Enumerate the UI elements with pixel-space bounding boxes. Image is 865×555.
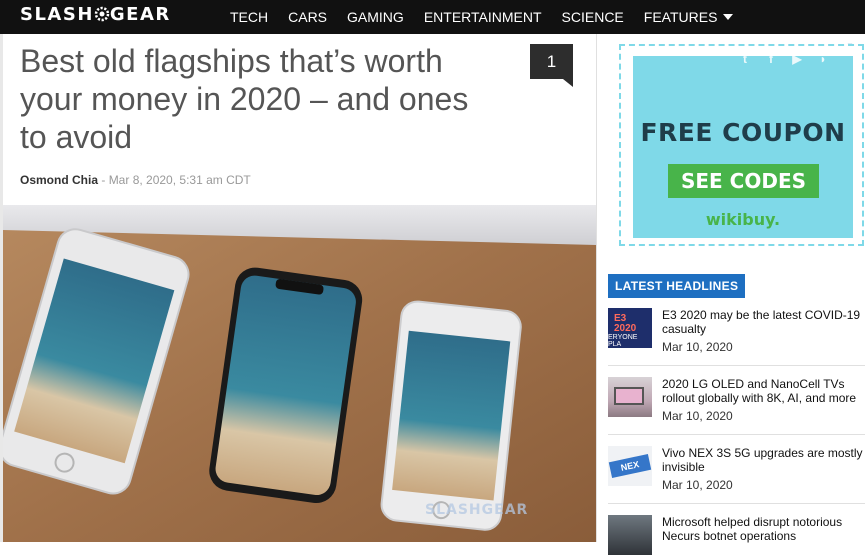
youtube-icon[interactable]: ▶ [790, 52, 804, 66]
facebook-icon[interactable]: f [764, 52, 778, 66]
headline-title[interactable]: Vivo NEX 3S 5G upgrades are mostly invis… [662, 446, 865, 474]
nav-item-gaming[interactable]: GAMING [347, 9, 404, 25]
column-divider [596, 34, 597, 542]
headline-date: Mar 10, 2020 [662, 409, 733, 423]
divider [608, 503, 865, 504]
publish-date: - Mar 8, 2020, 5:31 am CDT [101, 173, 251, 187]
ad-title: FREE COUPON [640, 118, 846, 147]
rss-icon[interactable]: ◗ [816, 52, 830, 66]
article-title: Best old flagships that’s worth your mon… [20, 43, 469, 155]
nav-item-tech[interactable]: TECH [230, 9, 268, 25]
author-link[interactable]: Osmond Chia [20, 173, 98, 187]
headline-thumbnail: NEX [608, 446, 652, 486]
chevron-down-icon [723, 14, 734, 20]
latest-headlines-label: LATEST HEADLINES [608, 274, 746, 298]
divider [608, 434, 865, 435]
thumb-subtext: ERYONE PLA [608, 334, 638, 348]
phone-right [380, 300, 522, 531]
hero-image: SLASHGEAR [3, 205, 596, 542]
ad-brand-logo: wikibuy. [705, 210, 781, 229]
comment-count-badge[interactable]: 1 [530, 44, 573, 87]
headline-item[interactable]: NEX Vivo NEX 3S 5G upgrades are mostly i… [608, 446, 865, 506]
twitter-icon[interactable]: t [738, 52, 752, 66]
logo-text-right: GEAR [109, 4, 171, 25]
site-logo[interactable]: SLASH GEAR [20, 4, 171, 25]
headline-item[interactable]: E3 2020 ERYONE PLA E3 2020 may be the la… [608, 308, 865, 368]
nav-item-science[interactable]: SCIENCE [562, 9, 624, 25]
ad-panel: FREE COUPON SEE CODES wikibuy. [633, 56, 853, 238]
nav-item-features-label: FEATURES [643, 9, 718, 25]
headline-thumbnail: E3 2020 ERYONE PLA [608, 308, 652, 348]
thumb-text: NEX [608, 454, 652, 478]
headline-title[interactable]: Microsoft helped disrupt notorious Necur… [662, 515, 865, 543]
headline-thumbnail [608, 515, 652, 555]
thumb-text: E3 2020 [614, 313, 637, 334]
image-watermark: SLASHGEAR [425, 502, 529, 518]
nav-item-entertainment[interactable]: ENTERTAINMENT [424, 9, 542, 25]
headline-item[interactable]: Microsoft helped disrupt notorious Necur… [608, 515, 865, 555]
nav-item-cars[interactable]: CARS [288, 9, 327, 25]
phones-illustration [3, 205, 596, 542]
logo-text-left: SLASH [20, 4, 94, 25]
headline-title[interactable]: E3 2020 may be the latest COVID-19 casua… [662, 308, 865, 336]
nav-item-features[interactable]: FEATURES [644, 9, 734, 25]
coupon-ad[interactable]: FREE COUPON SEE CODES wikibuy. [619, 44, 864, 246]
see-codes-button[interactable]: SEE CODES [668, 164, 819, 198]
top-nav: SLASH GEAR TECH CARS GAMING ENTERTAINMENT… [0, 0, 865, 34]
headline-item[interactable]: 2020 LG OLED and NanoCell TVs rollout gl… [608, 377, 865, 437]
social-icons: t f ▶ ◗ [738, 52, 830, 66]
byline: Osmond Chia - Mar 8, 2020, 5:31 am CDT [20, 173, 251, 187]
nav-menu: TECH CARS GAMING ENTERTAINMENT SCIENCE F… [230, 0, 753, 34]
headline-title[interactable]: 2020 LG OLED and NanoCell TVs rollout gl… [662, 377, 865, 405]
headline-date: Mar 10, 2020 [662, 478, 733, 492]
gear-icon [94, 6, 110, 22]
headline-thumbnail [608, 377, 652, 417]
headline-date: Mar 10, 2020 [662, 340, 733, 354]
divider [608, 365, 865, 366]
